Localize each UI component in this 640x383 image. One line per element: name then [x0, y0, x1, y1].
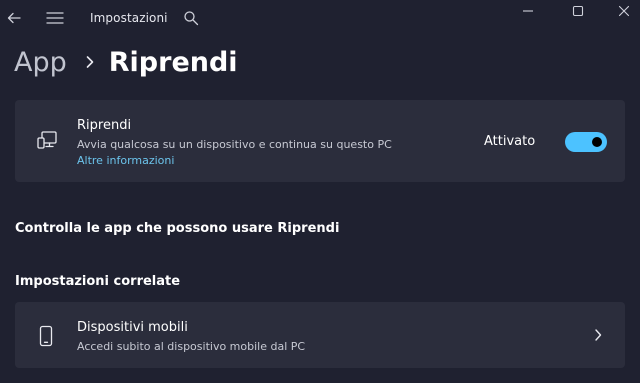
minimize-icon[interactable] — [512, 0, 544, 22]
title-bar: Impostazioni — [0, 0, 640, 38]
chevron-right-icon — [591, 328, 605, 342]
phone-icon — [35, 324, 57, 348]
close-icon[interactable] — [608, 0, 640, 22]
search-icon[interactable] — [182, 9, 200, 27]
mobile-devices-card[interactable]: Dispositivi mobili Accedi subito al disp… — [15, 302, 625, 368]
maximize-icon[interactable] — [562, 0, 594, 22]
page-title: Riprendi — [108, 46, 238, 78]
breadcrumb: App Riprendi — [14, 42, 238, 82]
resume-toggle[interactable] — [565, 132, 607, 152]
resume-title: Riprendi — [77, 118, 132, 133]
resume-settings-card: Riprendi Avvia qualcosa su un dispositiv… — [15, 100, 625, 182]
back-arrow-icon[interactable] — [4, 8, 24, 28]
resume-description: Avvia qualcosa su un dispositivo e conti… — [77, 138, 392, 151]
breadcrumb-parent-app[interactable]: App — [14, 47, 67, 78]
apps-section-heading: Controlla le app che possono usare Ripre… — [15, 221, 340, 236]
hamburger-menu-icon[interactable] — [44, 8, 66, 28]
related-settings-heading: Impostazioni correlate — [15, 274, 181, 289]
devices-icon — [35, 128, 59, 152]
chevron-right-icon — [85, 55, 95, 69]
more-info-link[interactable]: Altre informazioni — [77, 154, 174, 167]
app-title: Impostazioni — [90, 11, 168, 25]
toggle-state-label: Attivato — [484, 134, 536, 149]
mobile-devices-description: Accedi subito al dispositivo mobile dal … — [77, 340, 306, 353]
mobile-devices-title: Dispositivi mobili — [77, 320, 188, 335]
toggle-knob — [592, 137, 602, 147]
